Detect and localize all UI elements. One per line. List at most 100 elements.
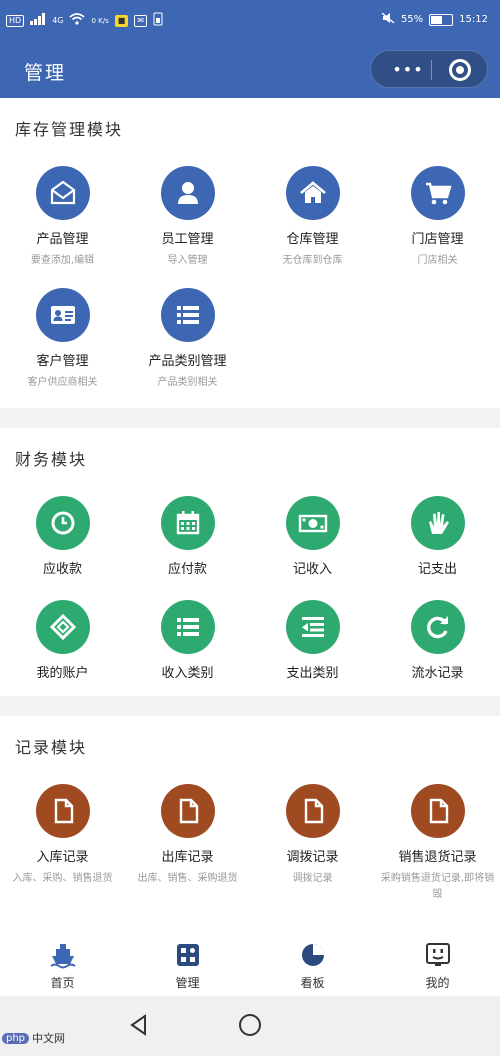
battery-icon (429, 13, 454, 26)
grid-item-transaction-records[interactable]: 流水记录 (375, 600, 500, 681)
account-icon (35, 600, 90, 654)
item-label: 客户管理 (36, 354, 89, 369)
tab-mine[interactable]: 我的 (375, 928, 500, 996)
pie-chart-icon (298, 940, 328, 970)
item-label: 门店管理 (411, 232, 464, 247)
item-label: 收入类别 (161, 666, 214, 681)
tab-dashboard[interactable]: 看板 (250, 928, 375, 996)
grid-item-warehouse-management[interactable]: 仓库管理 无仓库到仓库 (250, 166, 375, 269)
item-label: 应收款 (42, 562, 82, 577)
mail-open-icon (35, 166, 90, 220)
money-icon (285, 496, 340, 550)
calendar-icon (160, 496, 215, 550)
grid-item-store-management[interactable]: 门店管理 门店相关 (375, 166, 500, 269)
file-icon (35, 784, 90, 838)
refresh-icon (410, 600, 465, 654)
item-label: 记收入 (292, 562, 332, 577)
item-label: 员工管理 (161, 232, 214, 247)
item-label: 记支出 (417, 562, 457, 577)
grid-item-product-management[interactable]: 产品管理 要查添加,编辑 (0, 166, 125, 269)
home-icon (285, 166, 340, 220)
inventory-section: 库存管理模块 产品管理 要查添加,编辑 员工管理 导入管理 仓库管理 无仓库到仓… (0, 98, 500, 408)
item-subtitle: 导入管理 (167, 255, 208, 266)
title-bar: 管理 ••• (0, 40, 500, 98)
tab-management[interactable]: 管理 (125, 928, 250, 996)
file-icon (160, 784, 215, 838)
item-subtitle: 调拨记录 (292, 873, 333, 884)
close-mini-program-icon[interactable] (449, 59, 471, 81)
tab-home[interactable]: 首页 (0, 928, 125, 996)
item-subtitle: 客户供应商相关 (27, 377, 98, 388)
back-triangle-icon[interactable] (128, 1014, 150, 1036)
records-section: 记录模块 入库记录 入库、采购、销售退货 出库记录 出库、销售、采购退货 调拨记… (0, 716, 500, 928)
list-icon (160, 600, 215, 654)
item-label: 支出类别 (286, 666, 339, 681)
finance-section: 财务模块 应收款 应付款 记收入 记支出 我的账户 收入类别 支出类别 流水记录 (0, 428, 500, 696)
grid-item-employee-management[interactable]: 员工管理 导入管理 (125, 166, 250, 269)
item-label: 流水记录 (411, 666, 464, 681)
clock-icon (35, 496, 90, 550)
status-bar: HD 4G 0 K/s ■ ✉ 55% 15:12 (0, 0, 500, 40)
grid-item-receivables[interactable]: 应收款 (0, 496, 125, 577)
wifi-icon (69, 13, 86, 28)
item-label: 应付款 (167, 562, 207, 577)
item-subtitle: 要查添加,编辑 (30, 255, 95, 266)
tab-label: 看板 (300, 976, 325, 990)
message-notification-icon: ✉ (134, 14, 148, 27)
grid-item-inbound-records[interactable]: 入库记录 入库、采购、销售退货 (0, 784, 125, 887)
grid-item-record-income[interactable]: 记收入 (250, 496, 375, 577)
tab-label: 我的 (425, 976, 450, 990)
item-label: 调拨记录 (286, 850, 339, 865)
watermark-logo: php (2, 1032, 30, 1044)
grid-item-outbound-records[interactable]: 出库记录 出库、销售、采购退货 (125, 784, 250, 887)
grid-item-record-expense[interactable]: 记支出 (375, 496, 500, 577)
clock-time: 15:12 (459, 14, 488, 25)
grid-item-product-category-management[interactable]: 产品类别管理 产品类别相关 (125, 288, 250, 391)
grid-icon (173, 940, 203, 970)
section-title: 财务模块 (15, 450, 88, 469)
hand-icon (410, 496, 465, 550)
grid-item-expense-category[interactable]: 支出类别 (250, 600, 375, 681)
section-title: 库存管理模块 (15, 120, 124, 139)
item-label: 入库记录 (36, 850, 89, 865)
sim-icon (153, 12, 163, 29)
capsule-divider (431, 60, 432, 80)
signal-icon (30, 13, 46, 28)
face-icon (423, 940, 453, 970)
mini-program-capsule: ••• (370, 50, 488, 88)
item-label: 出库记录 (161, 850, 214, 865)
tab-label: 管理 (175, 976, 200, 990)
hd-indicator: HD (6, 14, 25, 27)
cart-icon (410, 166, 465, 220)
item-label: 销售退货记录 (398, 850, 477, 865)
app-notification-icon: ■ (114, 14, 129, 27)
user-icon (160, 166, 215, 220)
grid-item-transfer-records[interactable]: 调拨记录 调拨记录 (250, 784, 375, 887)
grid-item-payables[interactable]: 应付款 (125, 496, 250, 577)
item-label: 仓库管理 (286, 232, 339, 247)
item-label: 产品类别管理 (148, 354, 227, 369)
indent-icon (285, 600, 340, 654)
item-subtitle: 入库、采购、销售退货 (12, 873, 113, 884)
item-subtitle: 无仓库到仓库 (282, 255, 343, 266)
item-subtitle: 出库、销售、采购退货 (137, 873, 238, 884)
mute-icon (381, 12, 395, 27)
battery-percent: 55% (400, 14, 424, 25)
item-subtitle: 采购销售退货记录,即将销毁 (380, 873, 495, 900)
item-label: 我的账户 (36, 666, 89, 681)
grid-item-sales-return-records[interactable]: 销售退货记录 采购销售退货记录,即将销毁 (375, 784, 500, 903)
id-card-icon (35, 288, 90, 342)
tab-label: 首页 (50, 976, 75, 990)
page-title: 管理 (24, 62, 67, 84)
bottom-tab-bar: 首页 管理 看板 我的 (0, 928, 500, 996)
file-icon (285, 784, 340, 838)
watermark: php 中文网 (2, 1030, 65, 1046)
grid-item-customer-management[interactable]: 客户管理 客户供应商相关 (0, 288, 125, 391)
grid-item-my-account[interactable]: 我的账户 (0, 600, 125, 681)
more-menu-icon[interactable]: ••• (387, 62, 429, 78)
home-circle-icon[interactable] (239, 1014, 261, 1036)
item-label: 产品管理 (36, 232, 89, 247)
list-icon (160, 288, 215, 342)
network-type: 4G (52, 16, 64, 25)
grid-item-income-category[interactable]: 收入类别 (125, 600, 250, 681)
